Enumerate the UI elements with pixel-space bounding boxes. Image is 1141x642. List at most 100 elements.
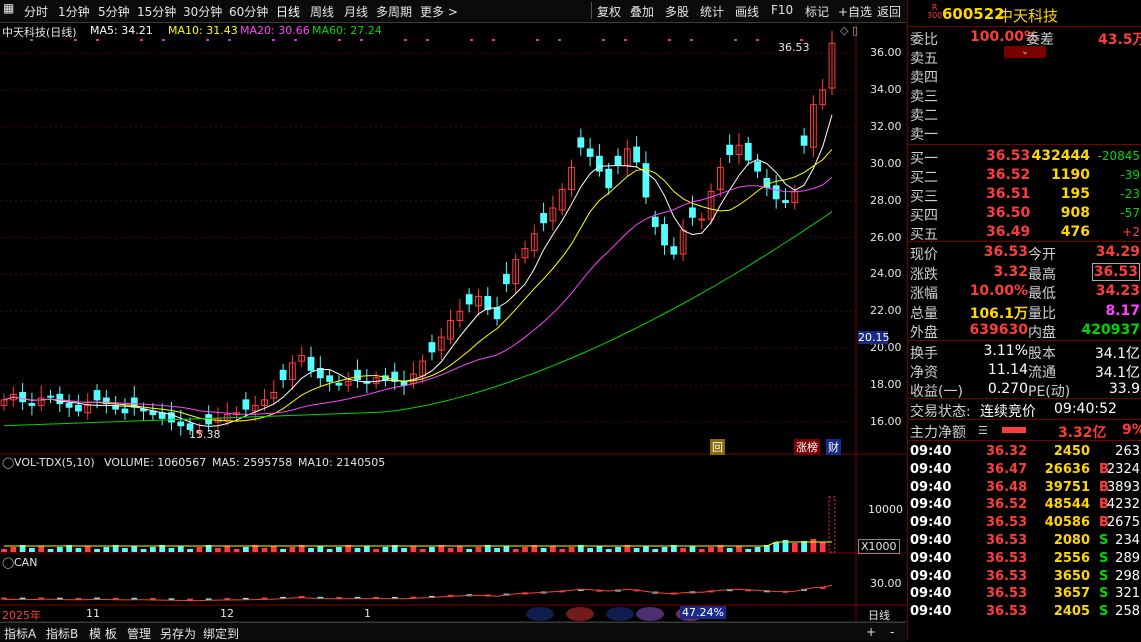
list-icon[interactable]: ☰: [978, 424, 988, 437]
tab-60min[interactable]: 60分钟: [229, 3, 268, 20]
date-label-nov: 11: [86, 607, 100, 620]
current-price-marker: 20.15: [858, 331, 890, 344]
callback-badge[interactable]: 回: [710, 439, 725, 455]
tick-row: 09:40 36.53 3650 S 298: [908, 568, 1141, 587]
sell3-label: 卖三: [910, 89, 938, 105]
tab-15min[interactable]: 15分钟: [137, 3, 176, 20]
tab-30min[interactable]: 30分钟: [183, 3, 222, 20]
buy-price: 36.53: [986, 148, 1031, 164]
volume-bar: [363, 546, 370, 552]
stat-label-2: 内盘: [1028, 325, 1056, 341]
candle-body: [428, 342, 436, 353]
tab-indicator-a[interactable]: 指标A: [4, 625, 36, 642]
tab-indicator-b[interactable]: 指标B: [46, 625, 78, 642]
vol-panel-icon[interactable]: ◯: [2, 456, 14, 469]
stat-label: 外盘: [910, 325, 938, 341]
tab-fenshi[interactable]: 分时: [24, 3, 48, 20]
stat2-value: 3.11%: [983, 343, 1028, 359]
vol-axis-tick: 10000: [868, 503, 903, 516]
volume-bar: [168, 548, 175, 552]
chart-settings-icon[interactable]: ◇ ▯: [840, 24, 858, 37]
can-panel-icon[interactable]: ◯: [2, 556, 14, 569]
overlay-button[interactable]: 叠加: [630, 3, 654, 20]
fuquan-button[interactable]: 复权: [597, 3, 621, 20]
signal-dot: [338, 39, 341, 41]
menu-grid-icon[interactable]: ▦: [3, 1, 14, 15]
volume-bar: [47, 549, 54, 552]
kline-chart[interactable]: [0, 22, 906, 622]
stat-row: 涨幅 10.00% 最低 34.23: [908, 282, 1141, 302]
volume-bar: [224, 546, 231, 552]
multi-stock-button[interactable]: 多股: [665, 3, 689, 20]
index-badge: R 300: [927, 4, 942, 20]
finance-badge[interactable]: 财: [826, 439, 841, 455]
tab-manage[interactable]: 管理: [127, 625, 151, 642]
volume-bar: [140, 549, 147, 552]
stat-label-2: 最高: [1028, 266, 1056, 283]
back-button[interactable]: 返回: [877, 3, 901, 20]
tab-bind-to[interactable]: 绑定到: [203, 625, 239, 642]
tab-monthly[interactable]: 月线: [344, 3, 368, 20]
overlay-blob: [566, 607, 594, 621]
candle-body: [614, 155, 622, 167]
signal-dot: [690, 39, 693, 41]
tick-volume: 40586: [1044, 515, 1090, 531]
signal-dot: [734, 39, 737, 41]
buy-order-row[interactable]: 买四 36.50 908 -57: [908, 204, 1141, 224]
tab-daily[interactable]: 日线: [276, 3, 300, 20]
volume-bar: [29, 548, 35, 552]
volume-bar: [84, 546, 91, 552]
mark-button[interactable]: 标记: [805, 3, 829, 20]
zoom-out-button[interactable]: -: [890, 625, 894, 639]
volume-bar: [643, 546, 649, 552]
volume-bar: [708, 547, 714, 552]
stat2-row: 换手 3.11% 股本 34.1亿: [908, 342, 1141, 362]
add-watchlist-button[interactable]: +自选: [838, 3, 872, 20]
volume-bar: [326, 549, 333, 552]
vol-indicator-name: VOL-TDX(5,10): [14, 456, 95, 469]
can-indicator-name: CAN: [14, 556, 38, 569]
stat-value: 36.53: [983, 244, 1028, 260]
stat-value: 10.00%: [969, 283, 1028, 299]
tab-multi-period[interactable]: 多周期: [376, 3, 412, 20]
candle-body: [47, 395, 54, 398]
period-indicator[interactable]: 日线: [868, 607, 890, 623]
buy-order-row[interactable]: 买五 36.49 476 +2: [908, 223, 1141, 243]
f10-button[interactable]: F10: [771, 3, 793, 17]
stat-value-2: 8.17: [1105, 302, 1140, 319]
tab-weekly[interactable]: 周线: [310, 3, 334, 20]
volume-bar: [56, 547, 63, 552]
volume-bar: [680, 548, 687, 552]
sell5-row: 卖五: [908, 47, 1141, 67]
statistics-button[interactable]: 统计: [700, 3, 724, 20]
date-label-dec: 12: [220, 607, 234, 620]
gain-rank-badge[interactable]: 涨榜: [794, 439, 820, 455]
buy-order-row[interactable]: 买三 36.51 195 -23: [908, 185, 1141, 205]
stock-name: 中天科技: [998, 7, 1059, 25]
volume-bar: [828, 496, 836, 553]
tick-row: 09:40 36.53 40586 B 2675: [908, 514, 1141, 533]
tab-save-as[interactable]: 另存为: [160, 625, 196, 642]
tick-time: 09:40: [910, 515, 952, 531]
candle-body: [689, 207, 696, 218]
volume-bar: [187, 549, 193, 552]
volume-bar: [317, 546, 324, 552]
buy-order-row[interactable]: 买一 36.53 432444 -20845: [908, 147, 1141, 167]
tick-volume: 48544: [1044, 497, 1090, 513]
volume-bar: [512, 549, 519, 552]
stat-label-2: 最低: [1028, 286, 1056, 302]
candle-body: [75, 404, 82, 412]
tab-1min[interactable]: 1分钟: [58, 3, 90, 20]
tab-template[interactable]: 模 板: [89, 625, 117, 642]
price-axis-tick: 30.00: [870, 156, 902, 170]
candle-body: [335, 382, 343, 386]
tab-5min[interactable]: 5分钟: [98, 3, 130, 20]
tab-more[interactable]: 更多 >: [420, 3, 458, 20]
volume-bar: [745, 549, 752, 552]
zoom-in-button[interactable]: +: [866, 625, 876, 639]
volume-bar: [801, 541, 807, 552]
sell1-row: 卖一: [908, 123, 1141, 143]
buy-order-row[interactable]: 买二 36.52 1190 -39: [908, 166, 1141, 186]
candle-body: [772, 185, 780, 200]
draw-line-button[interactable]: 画线: [735, 3, 759, 20]
